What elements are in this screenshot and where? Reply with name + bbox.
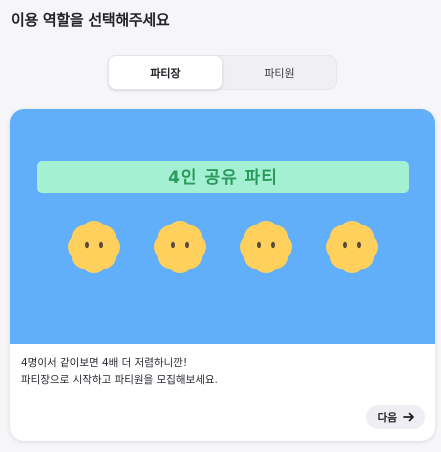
- flower-face-icon: [240, 221, 292, 273]
- tab-party-leader[interactable]: 파티장: [108, 55, 223, 90]
- arrow-right-icon: [403, 411, 415, 423]
- page-title: 이용 역할을 선택해주세요: [11, 11, 170, 29]
- flower-face-icon: [154, 221, 206, 273]
- role-card: 4인 공유 파티 4명이서 같이보면 4배 더 저렴하니깐! 파티장으로 시작하…: [10, 109, 435, 441]
- description-line: 4명이서 같이보면 4배 더 저렴하니깐!: [21, 357, 188, 369]
- description-line: 파티장으로 시작하고 파티원을 모집해보세요.: [21, 374, 218, 386]
- tab-party-member[interactable]: 파티원: [223, 56, 336, 89]
- role-description: 4명이서 같이보면 4배 더 저렴하니깐! 파티장으로 시작하고 파티원을 모집…: [21, 355, 218, 389]
- flower-face-icon: [68, 221, 120, 273]
- next-button-label: 다음: [377, 411, 397, 424]
- party-illustration-svg: 4인 공유 파티: [37, 161, 409, 273]
- flower-face-icon: [326, 221, 378, 273]
- role-segmented-control: 파티장 파티원: [108, 55, 337, 90]
- banner-text: 4인 공유 파티: [168, 168, 278, 188]
- next-button[interactable]: 다음: [365, 405, 425, 429]
- party-illustration: 4인 공유 파티: [10, 109, 435, 344]
